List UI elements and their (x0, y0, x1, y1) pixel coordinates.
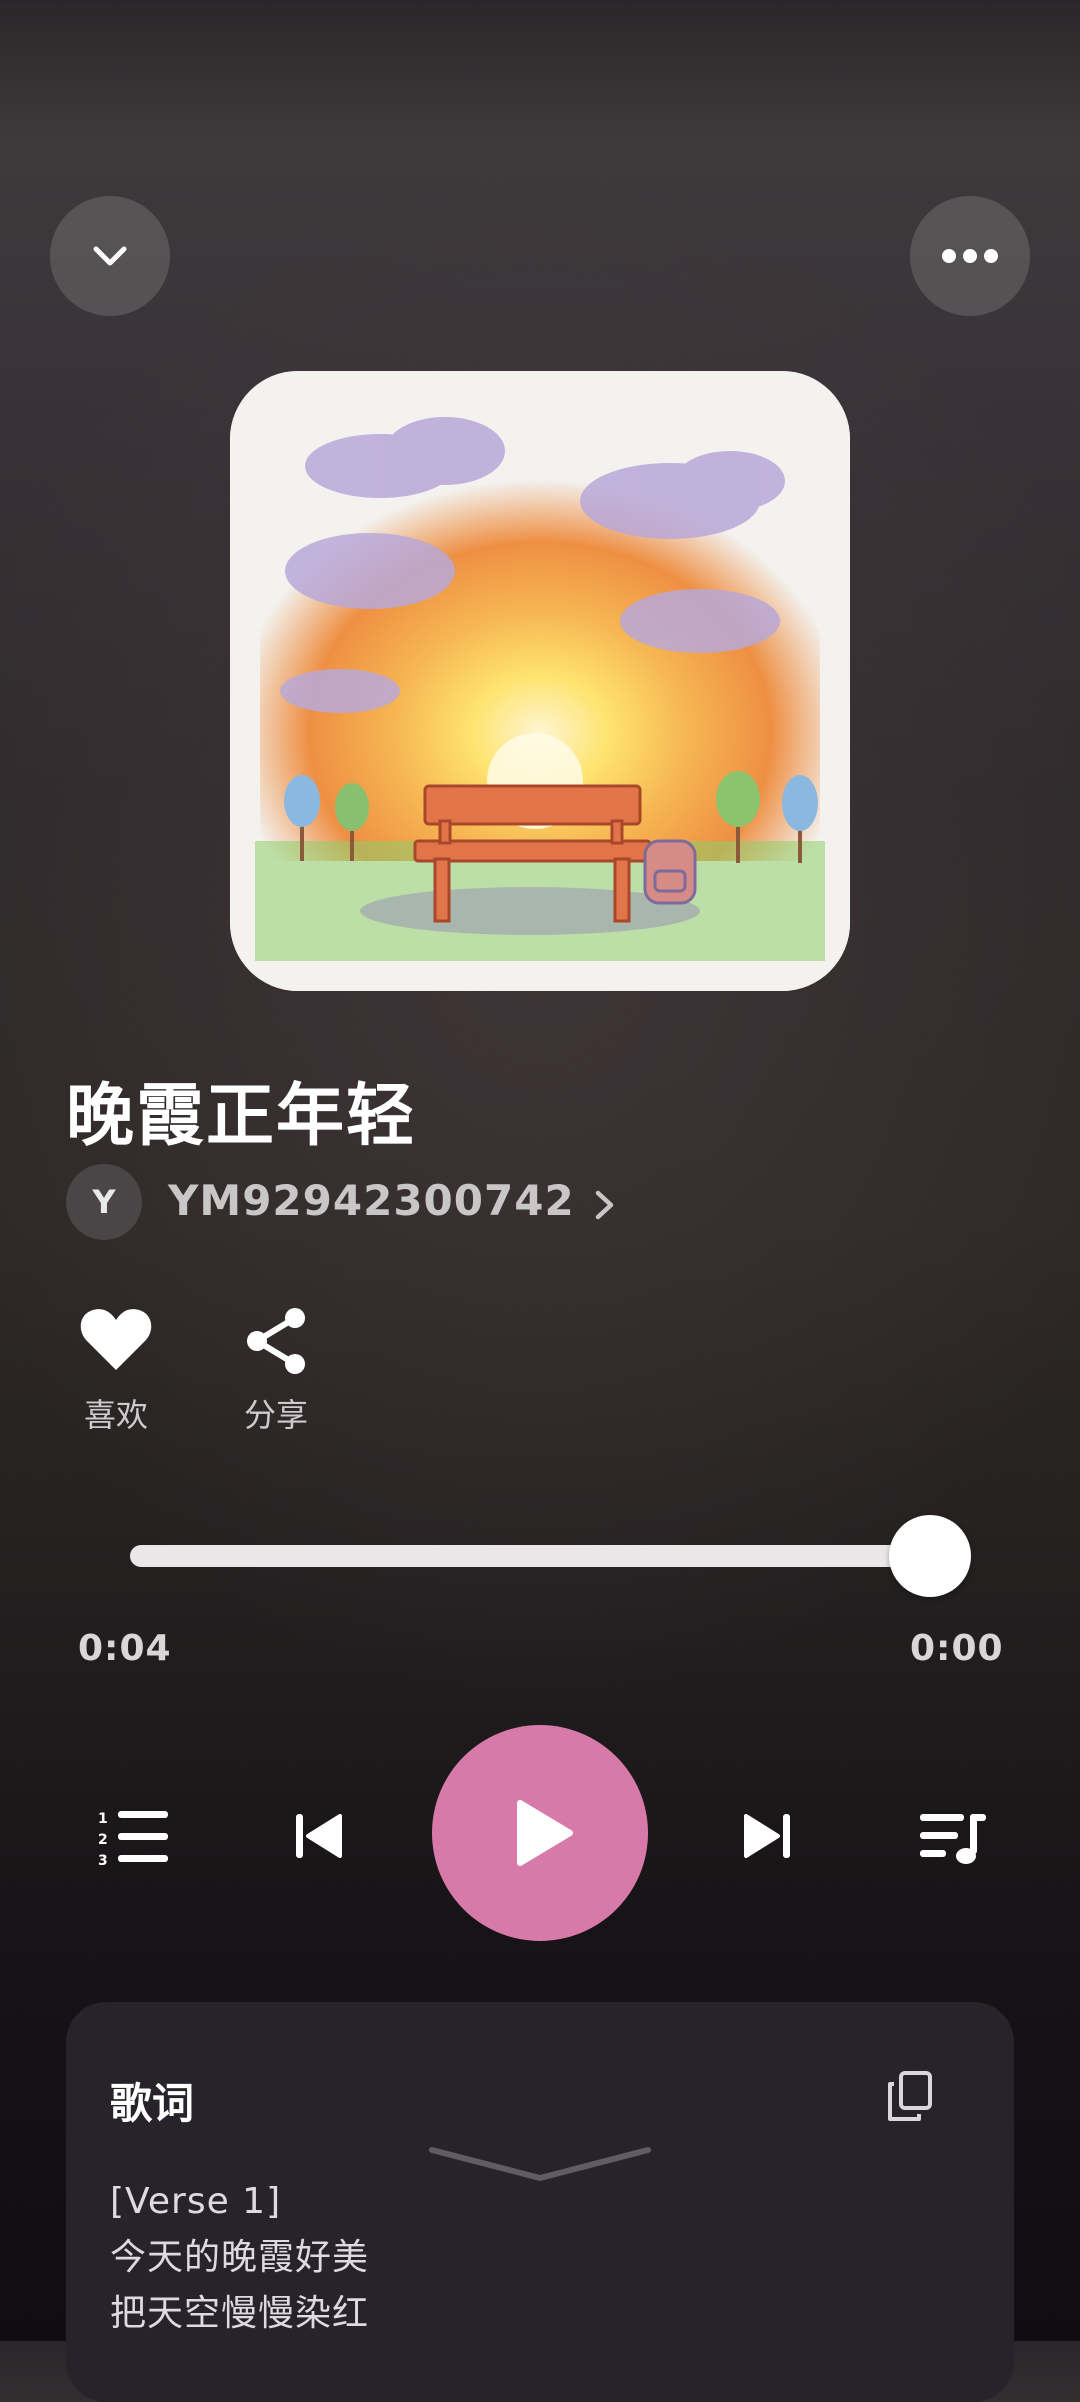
svg-text:1: 1 (98, 1811, 108, 1827)
progress-thumb[interactable] (889, 1515, 971, 1597)
progress-track[interactable] (130, 1545, 950, 1567)
next-button[interactable] (742, 1810, 792, 1862)
share-icon (247, 1308, 305, 1374)
skip-previous-icon (296, 1814, 342, 1858)
expand-chevron-icon[interactable] (426, 2144, 654, 2184)
chevron-right-icon[interactable] (592, 1188, 618, 1222)
artist-avatar[interactable]: Y (66, 1164, 142, 1240)
more-horizontal-icon (942, 249, 998, 263)
svg-text:2: 2 (98, 1832, 108, 1848)
previous-button[interactable] (294, 1810, 344, 1862)
lyrics-lines: [Verse 1] 今天的晚霞好美 把天空慢慢染红 (110, 2174, 369, 2342)
skip-next-icon (744, 1814, 790, 1858)
play-icon (517, 1800, 573, 1866)
like-label: 喜欢 (83, 1396, 148, 1434)
song-title: 晚霞正年轻 (66, 1077, 417, 1156)
playlist-button[interactable]: 1 2 3 (98, 1806, 170, 1869)
elapsed-time: 0:04 (78, 1628, 172, 1669)
play-button[interactable] (432, 1725, 648, 1941)
numbered-list-icon: 1 2 3 (98, 1811, 168, 1869)
lyric-line: 今天的晚霞好美 (110, 2237, 370, 2278)
heart-icon (80, 1309, 152, 1370)
lyrics-heading: 歌词 (110, 2079, 195, 2128)
share-label: 分享 (243, 1396, 308, 1434)
lyrics-card[interactable]: 歌词 [Verse 1] 今天的晚霞好美 把天空慢慢染红 (66, 2002, 1014, 2402)
queue-button[interactable] (918, 1808, 988, 1868)
music-queue-icon (920, 1814, 986, 1864)
collapse-button[interactable] (50, 196, 170, 316)
more-options-button[interactable] (910, 196, 1030, 316)
copy-icon (888, 2071, 932, 2121)
copy-lyrics-button[interactable] (886, 2070, 934, 2122)
lyric-line: 把天空慢慢染红 (110, 2293, 370, 2334)
lyric-line: [Verse 1] (110, 2181, 282, 2222)
chevron-down-icon (93, 246, 127, 266)
total-time: 0:00 (910, 1628, 1004, 1669)
svg-text:3: 3 (98, 1853, 108, 1868)
like-button[interactable]: 喜欢 (66, 1306, 166, 1436)
album-cover (230, 371, 850, 991)
share-button[interactable]: 分享 (226, 1306, 326, 1436)
artist-name[interactable]: YM92942300742 (168, 1176, 575, 1225)
